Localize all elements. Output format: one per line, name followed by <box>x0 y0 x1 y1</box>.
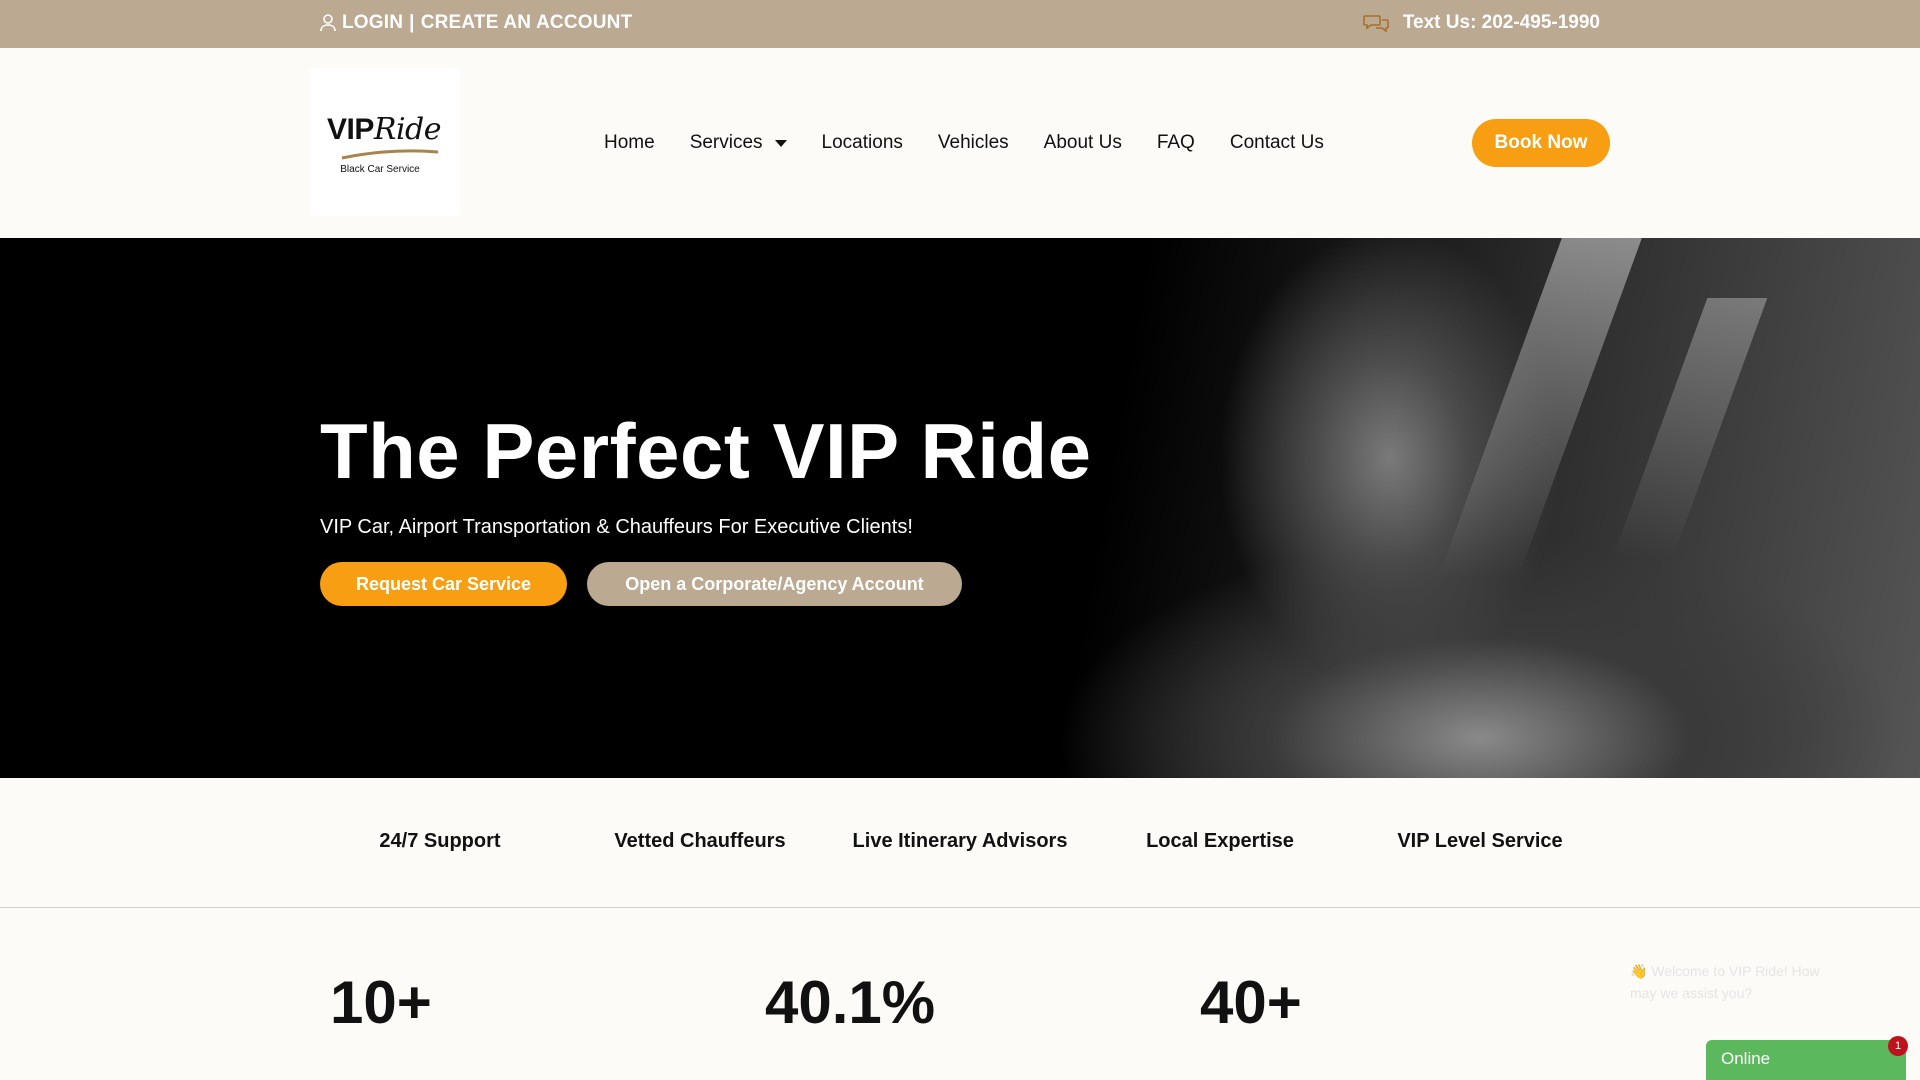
book-now-button[interactable]: Book Now <box>1472 119 1610 167</box>
logo-tagline: Black Car Service <box>340 164 420 175</box>
hero-background-photo <box>860 238 1920 778</box>
features-strip: 24/7 Support Vetted Chauffeurs Live Itin… <box>0 778 1920 908</box>
feature-item: Vetted Chauffeurs <box>614 830 786 852</box>
nav-services[interactable]: Services <box>690 132 787 154</box>
logo-wordmark: VIPRide <box>327 112 442 147</box>
chat-online-button[interactable]: Online <box>1706 1040 1906 1080</box>
stat-number: 40.1% <box>765 969 936 1036</box>
user-icon <box>320 14 336 32</box>
nav-faq[interactable]: FAQ <box>1157 132 1195 154</box>
vip-ride-logo[interactable]: VIPRide Black Car Service <box>310 68 460 216</box>
login-link[interactable]: LOGIN <box>342 12 403 34</box>
site-header: VIPRide Black Car Service Home Services … <box>0 48 1920 238</box>
link-separator: | <box>409 12 415 33</box>
chat-unread-badge: 1 <box>1888 1036 1908 1056</box>
nav-about-us[interactable]: About Us <box>1044 132 1122 154</box>
stat-number: 40+ <box>1200 969 1302 1036</box>
chat-welcome-message[interactable]: 👋 Welcome to VIP Ride! How may we assist… <box>1630 960 1840 1004</box>
request-car-service-button[interactable]: Request Car Service <box>320 562 567 606</box>
nav-locations[interactable]: Locations <box>822 132 903 154</box>
top-bar: LOGIN | CREATE AN ACCOUNT Text Us: 202-4… <box>0 0 1920 48</box>
corporate-account-button[interactable]: Open a Corporate/Agency Account <box>587 562 962 606</box>
hero-section: The Perfect VIP Ride VIP Car, Airport Tr… <box>0 238 1920 778</box>
stat-block: 10+ <box>330 968 720 1080</box>
stat-block: 40+ <box>1200 968 1590 1080</box>
hero-title: The Perfect VIP Ride <box>320 407 1092 495</box>
caret-down-icon <box>774 132 787 154</box>
nav-home[interactable]: Home <box>604 132 655 154</box>
account-links: LOGIN | CREATE AN ACCOUNT <box>320 12 632 34</box>
nav-vehicles[interactable]: Vehicles <box>938 132 1009 154</box>
stat-number: 10+ <box>330 969 432 1036</box>
feature-item: 24/7 Support <box>379 830 501 852</box>
main-nav: Home Services Locations Vehicles About U… <box>604 132 1324 154</box>
chat-bubbles-icon <box>1363 13 1389 33</box>
hero-subtitle: VIP Car, Airport Transportation & Chauff… <box>320 516 913 538</box>
feature-item: Live Itinerary Advisors <box>852 830 1068 852</box>
stat-block: 40.1% <box>765 968 1155 1080</box>
logo-swoosh <box>341 149 439 160</box>
text-us-contact[interactable]: Text Us: 202-495-1990 <box>1363 12 1600 34</box>
feature-item: VIP Level Service <box>1397 830 1563 852</box>
nav-contact-us[interactable]: Contact Us <box>1230 132 1324 154</box>
feature-item: Local Expertise <box>1146 830 1294 852</box>
create-account-link[interactable]: CREATE AN ACCOUNT <box>421 12 633 34</box>
text-us-label: Text Us: 202-495-1990 <box>1402 12 1600 33</box>
